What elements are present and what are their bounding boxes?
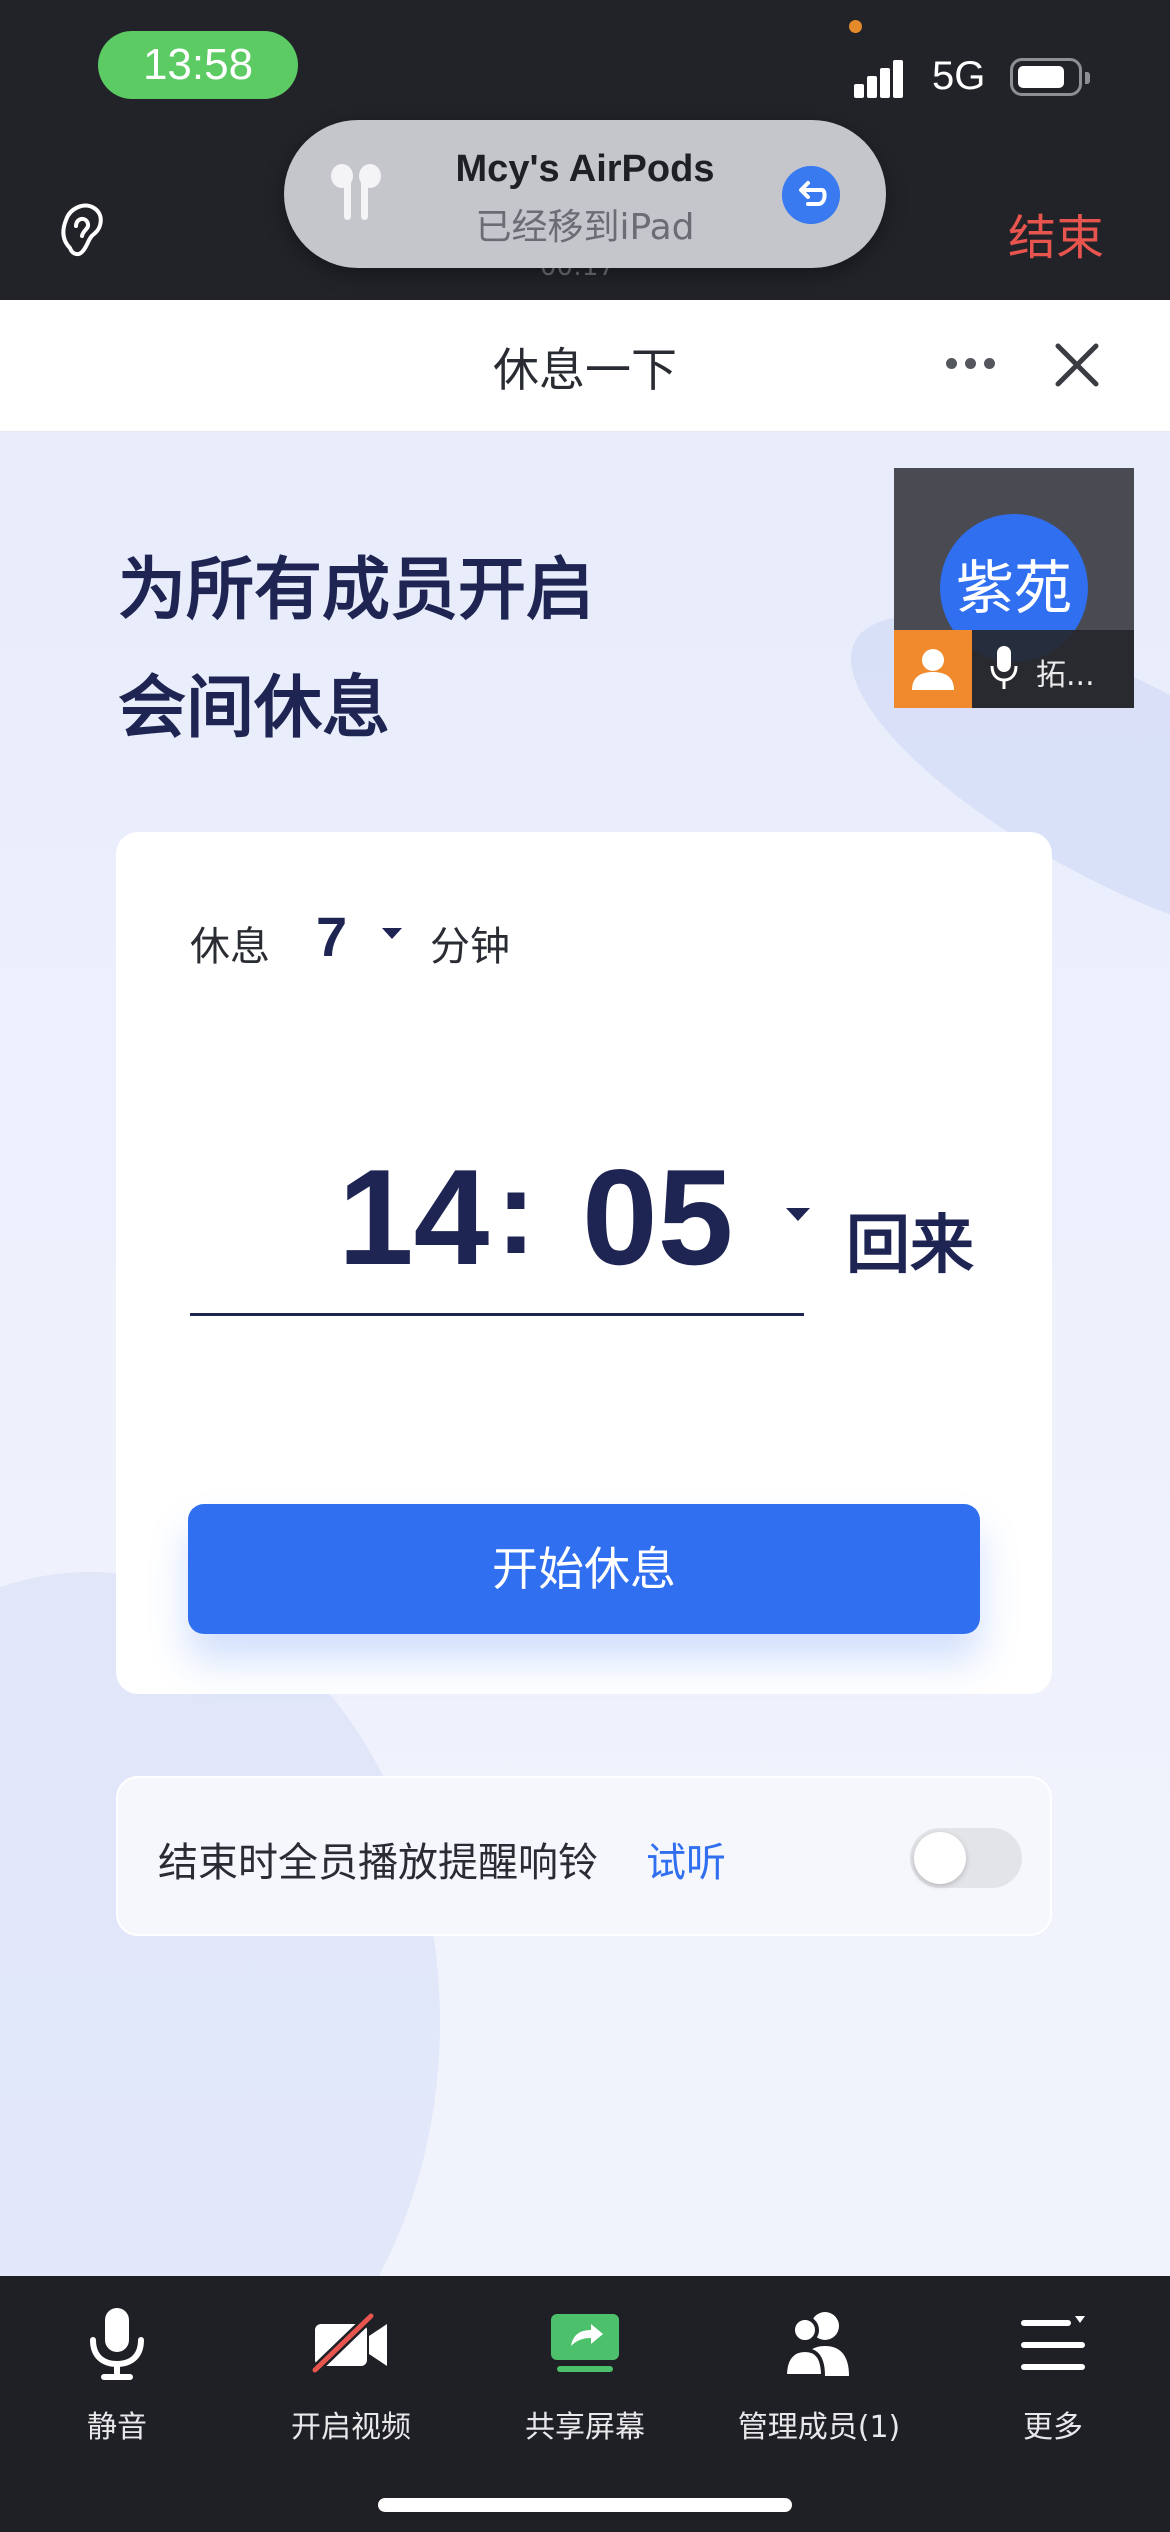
toolbar-mute-button[interactable]: 静音	[0, 2304, 234, 2454]
participant-name: 拓...	[1036, 658, 1095, 693]
end-meeting-button[interactable]: 结束	[1008, 198, 1104, 268]
chevron-down-icon[interactable]	[382, 928, 402, 939]
return-time-picker[interactable]: 14 : 05	[190, 1132, 810, 1316]
toolbar-share-screen-button[interactable]: 共享屏幕	[468, 2304, 702, 2454]
participant-info-bar: 拓...	[894, 630, 1134, 708]
return-arrow-icon[interactable]	[782, 166, 840, 224]
time-separator: :	[496, 1145, 536, 1279]
return-label: 回来	[846, 1209, 974, 1283]
status-time: 13:58	[98, 31, 298, 99]
preview-bell-link[interactable]: 试听	[646, 1830, 726, 1888]
toolbar-video-button[interactable]: 开启视频	[234, 2304, 468, 2454]
reminder-bell-label: 结束时全员播放提醒响铃	[158, 1840, 598, 1886]
toolbar-manage-members-button[interactable]: 管理成员(1)	[702, 2304, 936, 2454]
reminder-bell-row: 结束时全员播放提醒响铃 试听	[116, 1776, 1052, 1936]
earpiece-icon[interactable]	[56, 196, 106, 262]
participant-video-tile[interactable]: 紫苑 拓...	[894, 468, 1134, 708]
cellular-signal-icon	[854, 58, 916, 98]
network-type: 5G	[932, 54, 986, 98]
more-options-icon[interactable]	[946, 358, 996, 372]
more-menu-icon	[1021, 2316, 1085, 2370]
toolbar-label: 更多	[1023, 2410, 1083, 2445]
duration-label: 休息	[190, 924, 270, 970]
headline-line-2: 会间休息	[118, 669, 391, 748]
close-icon[interactable]	[1052, 340, 1102, 390]
video-off-icon	[311, 2312, 387, 2374]
break-config-card: 休息 7 分钟 14 : 05 回来 开始休息	[116, 832, 1052, 1694]
duration-select[interactable]: 7	[316, 904, 347, 969]
headline: 为所有成员开启 会间休息	[118, 532, 594, 768]
start-break-button[interactable]: 开始休息	[188, 1504, 980, 1634]
microphone-icon	[990, 646, 1018, 689]
toolbar-label: 管理成员(1)	[737, 2410, 901, 2445]
call-top-bar: 13:58 5G 00:17 结束 Mcy's AirPods 已经移到iPad	[0, 0, 1170, 300]
battery-icon	[1010, 58, 1090, 96]
return-minute: 05	[582, 1141, 734, 1293]
home-indicator[interactable]	[378, 2498, 792, 2512]
members-icon	[782, 2312, 849, 2378]
toolbar-more-button[interactable]: 更多	[936, 2304, 1170, 2454]
meeting-toolbar: 静音 开启视频 共享屏幕 管理成员(1) 更多	[0, 2276, 1170, 2532]
chevron-down-icon[interactable]	[786, 1208, 810, 1221]
airpods-banner[interactable]: Mcy's AirPods 已经移到iPad	[284, 120, 886, 268]
share-screen-icon	[551, 2314, 619, 2372]
toolbar-label: 开启视频	[291, 2410, 411, 2445]
duration-unit: 分钟	[430, 924, 510, 970]
privacy-indicator-dot	[849, 20, 862, 33]
host-person-icon	[894, 630, 972, 708]
microphone-icon	[90, 2308, 144, 2380]
return-hour: 14	[338, 1141, 490, 1293]
break-settings-area: 为所有成员开启 会间休息 紫苑 拓... 休息 7 分钟 14 : 05 回来 …	[0, 432, 1170, 2276]
toolbar-label: 共享屏幕	[525, 2410, 645, 2445]
reminder-bell-toggle[interactable]	[910, 1828, 1022, 1888]
headline-line-1: 为所有成员开启	[118, 551, 595, 630]
sheet-header: 休息一下	[0, 300, 1170, 432]
toolbar-label: 静音	[87, 2410, 147, 2445]
